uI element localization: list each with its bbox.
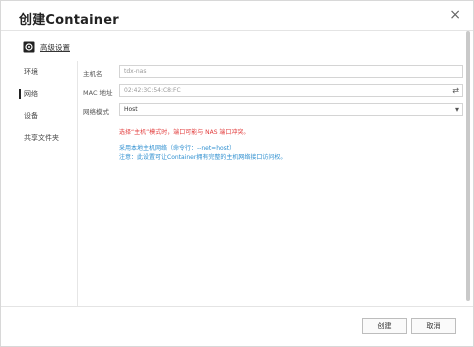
dialog-title: 创建Container: [19, 13, 119, 28]
title-divider: [1, 30, 473, 31]
gear-icon: [23, 41, 35, 53]
advanced-settings[interactable]: 高级设置: [23, 41, 70, 53]
cancel-button[interactable]: 取消: [411, 318, 456, 334]
hostname-input[interactable]: tdx-nas: [119, 65, 463, 78]
scrollbar[interactable]: [466, 31, 470, 301]
nav-item-devices[interactable]: 设备: [1, 105, 77, 127]
chevron-down-icon: ▾: [454, 105, 459, 114]
nav-item-environment[interactable]: 环境: [1, 61, 77, 83]
shuffle-icon[interactable]: ⇄: [452, 86, 459, 96]
host-network-note: 注意：此设置可让Container拥有完整的主机网络接口访问权。: [119, 154, 287, 161]
create-container-dialog: 创建Container × 高级设置 环境 网络 设备 共享文件夹 主机名 td…: [0, 0, 474, 347]
hostname-label: 主机名: [83, 70, 103, 78]
create-button[interactable]: 创建: [362, 318, 407, 334]
nav-item-shared-folders[interactable]: 共享文件夹: [1, 127, 77, 149]
host-network-info: 采用本地主机网络（命令行：--net=host）: [119, 145, 236, 152]
mac-value: 02:42:3C:54:C8:FC: [124, 87, 181, 94]
nav-item-label: 设备: [24, 112, 38, 120]
close-icon[interactable]: ×: [449, 7, 461, 23]
netmode-label: 网络模式: [83, 108, 109, 116]
side-nav: 环境 网络 设备 共享文件夹: [1, 61, 77, 149]
nav-item-label: 网络: [24, 90, 38, 98]
mac-label: MAC 地址: [83, 89, 113, 97]
nav-divider: [77, 61, 78, 306]
advanced-settings-label[interactable]: 高级设置: [40, 42, 70, 53]
netmode-value: Host: [124, 106, 138, 113]
port-conflict-warning: 选择“主机”模式时，端口可能与 NAS 端口冲突。: [119, 129, 250, 136]
nav-item-label: 环境: [24, 68, 38, 76]
nav-item-network[interactable]: 网络: [1, 83, 77, 105]
netmode-select[interactable]: Host ▾: [119, 103, 463, 116]
footer-divider: [1, 306, 473, 307]
mac-input[interactable]: 02:42:3C:54:C8:FC ⇄: [119, 84, 463, 97]
nav-item-label: 共享文件夹: [24, 134, 59, 142]
